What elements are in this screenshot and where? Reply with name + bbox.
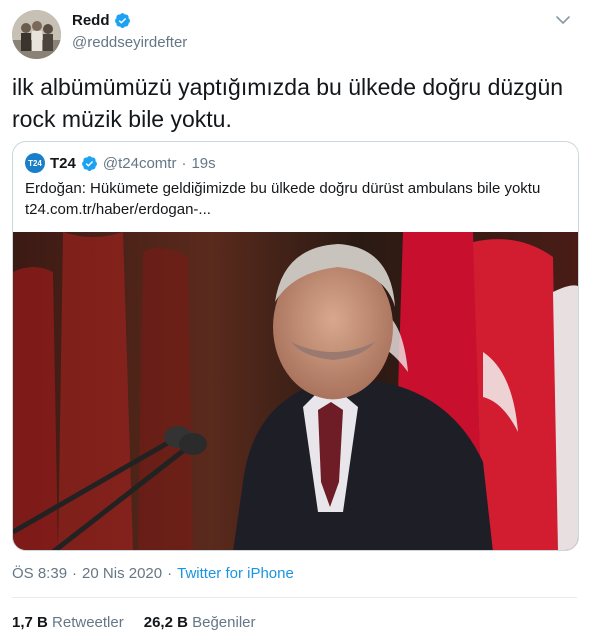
author-handle[interactable]: @reddseyirdefter <box>72 34 187 51</box>
quoted-avatar[interactable]: T24 <box>25 153 45 173</box>
tweet-text: ilk albümümüzü yaptığımızda bu ülkede do… <box>12 74 564 132</box>
quoted-timestamp[interactable]: 19s <box>191 155 215 172</box>
quoted-tweet-header: T24 T24 @t24comtr · 19s <box>25 152 216 174</box>
avatar[interactable] <box>12 10 61 59</box>
chevron-down-icon[interactable] <box>555 12 571 28</box>
separator-dot: · <box>181 154 187 172</box>
quoted-handle[interactable]: @t24comtr <box>103 155 177 172</box>
likes-label: Beğeniler <box>192 614 256 631</box>
quoted-tweet-text: Erdoğan: Hükümete geldiğimizde bu ülkede… <box>25 178 570 220</box>
tweet-date[interactable]: 20 Nis 2020 <box>82 565 162 582</box>
likes-count: 26,2 B <box>143 614 188 631</box>
divider <box>12 597 577 598</box>
verified-badge-icon <box>81 155 97 171</box>
quoted-display-name[interactable]: T24 <box>50 155 76 172</box>
likes-stat[interactable]: 26,2 B Beğeniler <box>144 614 256 631</box>
quoted-tweet-card[interactable]: T24 T24 @t24comtr · 19s Erdoğan: Hükümet… <box>12 141 579 551</box>
quoted-link[interactable]: t24.com.tr/haber/erdogan-... <box>25 199 570 220</box>
retweets-count: 1,7 B <box>12 614 48 631</box>
separator-dot: · <box>72 565 78 582</box>
quoted-tweet-photo[interactable] <box>13 232 579 551</box>
engagement-stats: 1,7 B Retweetler 26,2 B Beğeniler <box>12 614 256 631</box>
author-name-row[interactable]: Redd <box>72 12 131 29</box>
author-display-name[interactable]: Redd <box>72 12 110 29</box>
verified-badge-icon <box>114 13 130 28</box>
retweets-label: Retweetler <box>52 614 124 631</box>
quoted-text-line: Erdoğan: Hükümete geldiğimizde bu ülkede… <box>25 180 541 197</box>
tweet-source-link[interactable]: Twitter for iPhone <box>177 565 294 582</box>
tweet-time[interactable]: ÖS 8:39 <box>12 565 67 582</box>
tweet-meta: ÖS 8:39 · 20 Nis 2020 · Twitter for iPho… <box>12 565 294 582</box>
tweet-header: Redd @reddseyirdefter <box>12 10 577 59</box>
separator-dot: · <box>167 565 173 582</box>
author-info: Redd @reddseyirdefter <box>72 12 187 51</box>
retweets-stat[interactable]: 1,7 B Retweetler <box>12 614 124 631</box>
